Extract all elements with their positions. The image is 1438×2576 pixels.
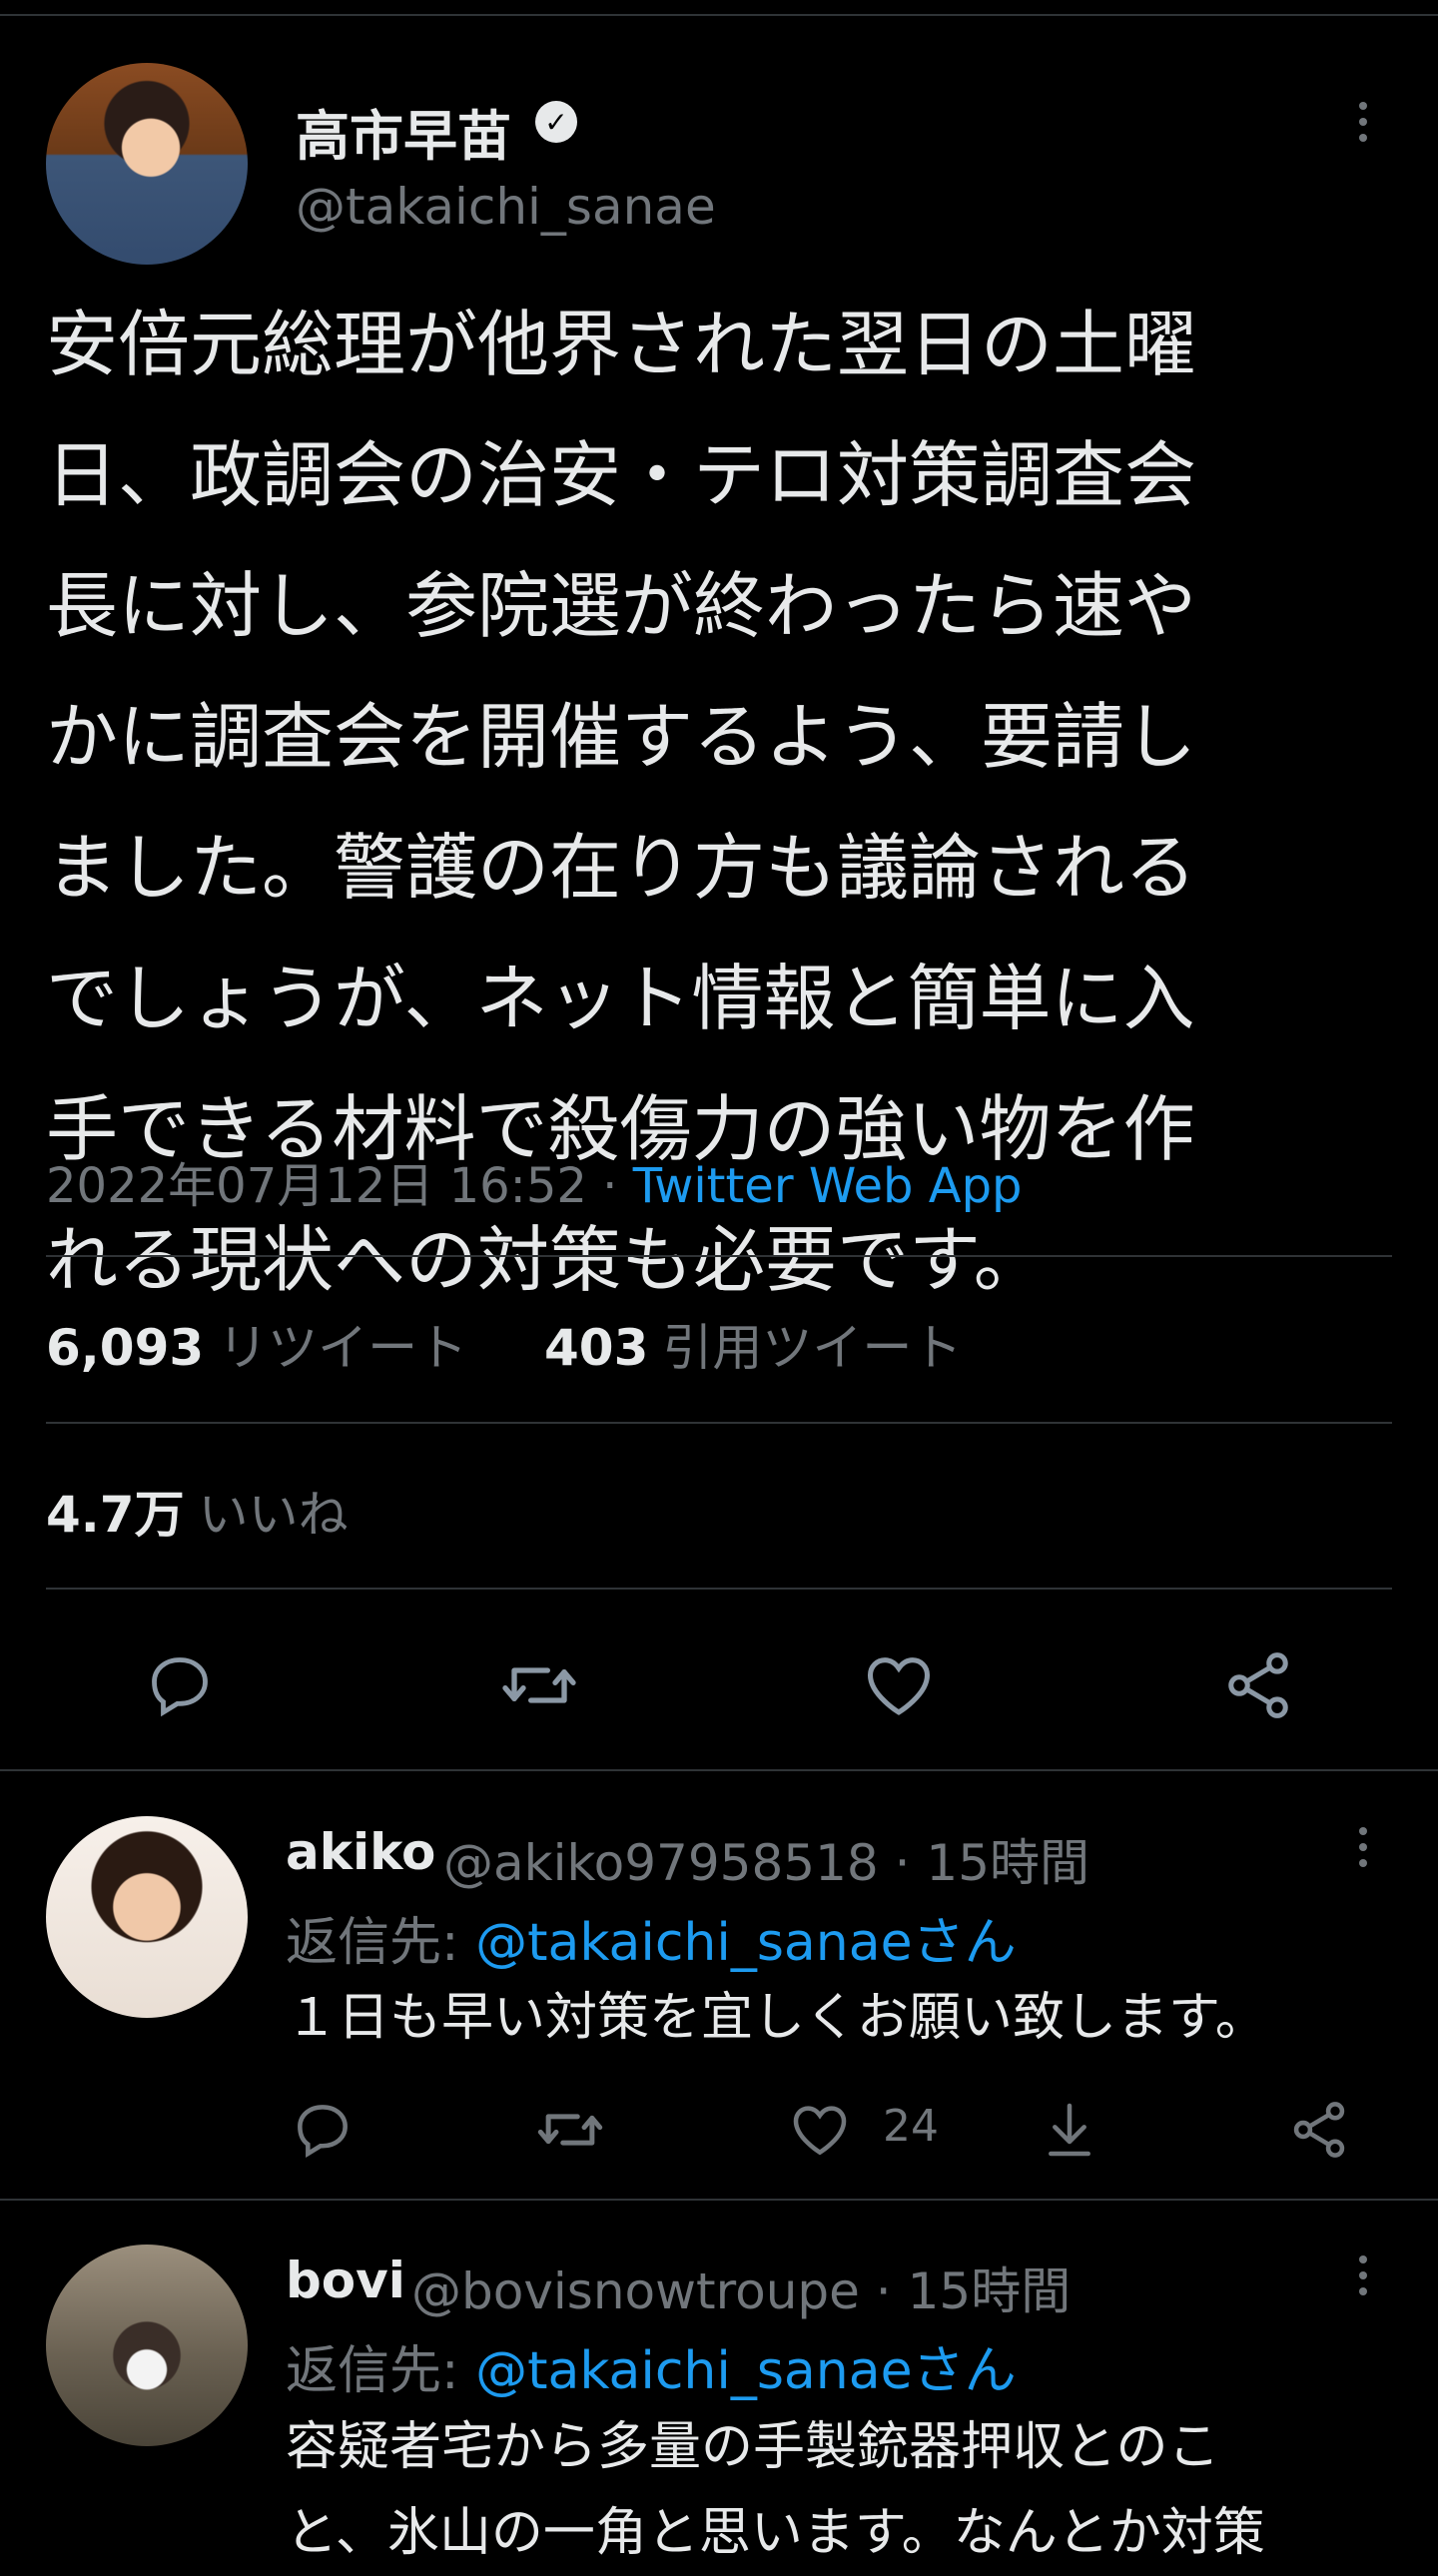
more-icon[interactable] — [1357, 1823, 1369, 1871]
quotes-label: 引用ツイート — [662, 1319, 963, 1377]
reply-meta: @akiko97958518 · 15時間 — [443, 1823, 1089, 1895]
reply-time[interactable]: · 15時間 — [879, 1834, 1089, 1892]
retweets-count: 6,093 — [46, 1319, 205, 1377]
reply-author-name[interactable]: akiko — [286, 1823, 435, 1881]
likes-count: 4.7万 — [46, 1486, 185, 1544]
like-count: 24 — [883, 2101, 939, 2152]
author-name[interactable]: 高市早苗 — [296, 92, 511, 171]
tweet-source[interactable]: Twitter Web App — [633, 1158, 1023, 1214]
reply-icon[interactable] — [288, 2095, 358, 2165]
share-icon[interactable] — [1218, 1645, 1298, 1725]
quotes-stat[interactable]: 403 引用ツイート — [544, 1308, 962, 1380]
retweet-icon[interactable] — [535, 2095, 605, 2165]
reply-to: 返信先: @takaichi_sanaeさん — [286, 1900, 1017, 1975]
reply-text: １日も早い対策を宜しくお願い致します。 — [286, 1988, 1267, 2048]
more-icon[interactable] — [1357, 2252, 1369, 2299]
divider — [0, 2199, 1438, 2201]
author-avatar[interactable] — [46, 63, 248, 265]
reply-author-handle[interactable]: @bovisnowtroupe — [411, 2262, 860, 2320]
reply-text: 容疑者宅から多量の手製銃器押収とのこ と、氷山の一角と思います。なんとか対策 — [286, 2417, 1265, 2563]
reply-author-name[interactable]: bovi — [286, 2252, 405, 2309]
verified-icon: ✓ — [535, 101, 577, 143]
divider — [46, 1422, 1392, 1424]
divider — [0, 1769, 1438, 1771]
divider — [46, 1255, 1392, 1257]
reply-icon[interactable] — [140, 1645, 220, 1725]
tweet-timestamp[interactable]: 2022年07月12日 16:52 — [46, 1158, 587, 1214]
reply-author-handle[interactable]: @akiko97958518 — [443, 1834, 879, 1892]
like-icon[interactable] — [785, 2095, 855, 2165]
reply-avatar[interactable] — [46, 2245, 248, 2446]
reply-to-mention[interactable]: @takaichi_sanaeさん — [475, 1913, 1017, 1973]
like-icon[interactable] — [859, 1645, 939, 1725]
more-icon[interactable] — [1357, 98, 1369, 146]
reply-to: 返信先: @takaichi_sanaeさん — [286, 2328, 1017, 2403]
author-handle[interactable]: @takaichi_sanae — [296, 178, 716, 236]
reply-to-prefix: 返信先: — [286, 2341, 476, 2401]
download-icon[interactable] — [1035, 2095, 1104, 2165]
likes-label: いいね — [198, 1486, 349, 1544]
share-icon[interactable] — [1284, 2095, 1354, 2165]
meta-separator: · — [586, 1158, 633, 1214]
likes-stat[interactable]: 4.7万 いいね — [46, 1475, 349, 1547]
retweet-icon[interactable] — [499, 1645, 579, 1725]
reply-to-prefix: 返信先: — [286, 1913, 476, 1973]
tweet-meta: 2022年07月12日 16:52 · Twitter Web App — [46, 1146, 1023, 1216]
top-divider — [0, 14, 1438, 16]
retweets-label: リツイート — [218, 1319, 468, 1377]
retweets-stat[interactable]: 6,093 リツイート — [46, 1308, 467, 1380]
reply-meta: @bovisnowtroupe · 15時間 — [411, 2252, 1071, 2323]
divider — [46, 1588, 1392, 1590]
reply-avatar[interactable] — [46, 1816, 248, 2018]
quotes-count: 403 — [544, 1319, 649, 1377]
reply-to-mention[interactable]: @takaichi_sanaeさん — [475, 2341, 1017, 2401]
reply-time[interactable]: · 15時間 — [860, 2262, 1071, 2320]
